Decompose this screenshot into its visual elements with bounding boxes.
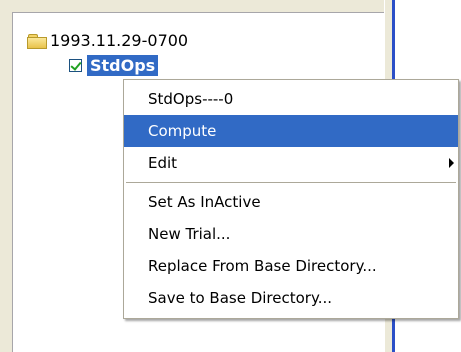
tree-node-root-label: 1993.11.29-0700 [50,31,189,50]
application-window: 1993.11.29-0700 StdOps StdOps----0 Compu… [0,0,461,352]
menu-item-stdops-0[interactable]: StdOps----0 [124,83,458,115]
menu-separator [126,182,456,183]
tree-node-stdops[interactable]: StdOps [69,54,160,77]
menu-item-set-inactive[interactable]: Set As InActive [124,186,458,218]
folder-icon [27,33,47,49]
menu-item-edit-label: Edit [148,154,178,172]
menu-item-new-trial[interactable]: New Trial... [124,218,458,250]
chevron-right-icon [449,158,454,168]
checkbox-checked-icon[interactable] [69,59,82,72]
menu-item-edit[interactable]: Edit [124,147,458,179]
tree-node-root[interactable]: 1993.11.29-0700 [27,31,188,50]
top-frame [0,0,392,10]
left-frame [0,0,10,352]
menu-item-save-to-base[interactable]: Save to Base Directory... [124,282,458,314]
menu-item-compute[interactable]: Compute [124,115,458,147]
context-menu: StdOps----0 Compute Edit Set As InActive… [123,79,459,319]
menu-item-replace-from-base[interactable]: Replace From Base Directory... [124,250,458,282]
tree-node-stdops-label: StdOps [85,54,160,77]
